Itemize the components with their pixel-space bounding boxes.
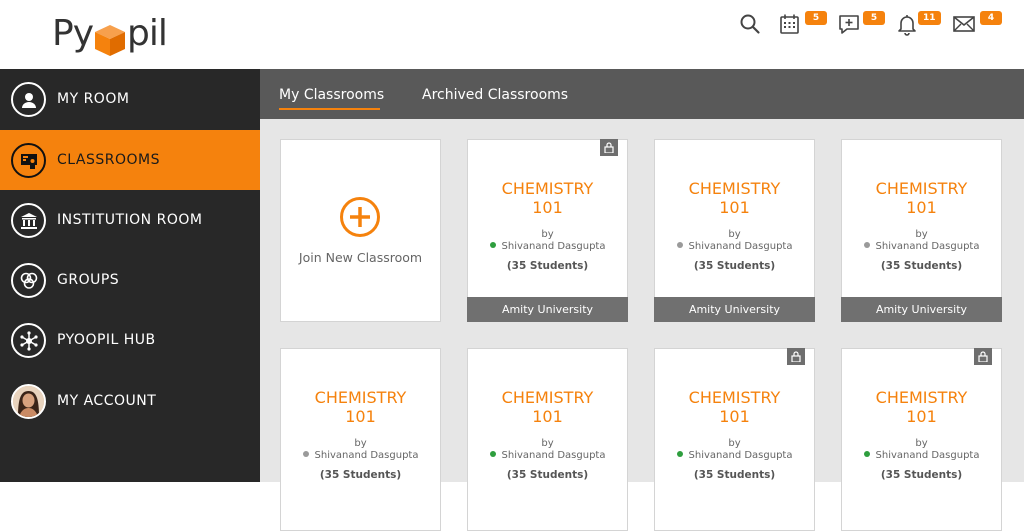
classroom-by: by (728, 438, 741, 449)
logo-text-left: Py (52, 13, 94, 54)
calendar-icon[interactable] (778, 12, 802, 36)
sidebar-item-pyoopil-hub[interactable]: PYOOPIL HUB (0, 310, 260, 370)
institution-icon (11, 203, 46, 238)
sidebar-item-label: INSTITUTION ROOM (57, 212, 203, 228)
avatar (11, 384, 46, 419)
main-content: My Classrooms Archived Classrooms Join N… (260, 69, 1024, 531)
classroom-card[interactable]: CHEMISTRY 101 by Shivanand Dasgupta (35 S… (467, 348, 628, 531)
teacher-name: Shivanand Dasgupta (875, 241, 980, 252)
teacher-name: Shivanand Dasgupta (501, 241, 606, 252)
classroom-by: by (541, 229, 554, 240)
tab-my-classrooms[interactable]: My Classrooms (279, 87, 384, 103)
classroom-title: CHEMISTRY 101 (688, 388, 781, 426)
sidebar-item-classrooms[interactable]: CLASSROOMS (0, 130, 260, 190)
top-header: Py pil 5 5 11 4 (0, 0, 1024, 69)
classroom-title: CHEMISTRY 101 (875, 388, 968, 426)
notifications-badge: 11 (918, 11, 941, 25)
teacher-name: Shivanand Dasgupta (314, 450, 419, 461)
classroom-by: by (541, 438, 554, 449)
classroom-teacher: Shivanand Dasgupta (655, 450, 814, 461)
active-tab-indicator (279, 108, 380, 110)
hub-icon (11, 323, 46, 358)
classroom-title: CHEMISTRY 101 (501, 388, 594, 426)
student-count: (35 Students) (319, 469, 402, 481)
classroom-teacher: Shivanand Dasgupta (281, 450, 440, 461)
classroom-title: CHEMISTRY 101 (875, 179, 968, 217)
institution-footer: Amity University (467, 297, 628, 322)
classroom-teacher: Shivanand Dasgupta (842, 241, 1001, 252)
join-classroom-label: Join New Classroom (298, 250, 423, 265)
sidebar: MY ROOM CLASSROOMS INSTITUTION ROOM GROU… (0, 69, 260, 482)
institution-footer: Amity University (841, 297, 1002, 322)
sidebar-item-my-account[interactable]: MY ACCOUNT (0, 371, 260, 431)
classroom-card[interactable]: CHEMISTRY 101 by Shivanand Dasgupta (35 S… (841, 348, 1002, 531)
mail-badge: 4 (980, 11, 1002, 25)
online-status-dot (676, 451, 683, 457)
student-count: (35 Students) (880, 260, 963, 272)
classroom-teacher: Shivanand Dasgupta (655, 241, 814, 252)
classroom-by: by (915, 229, 928, 240)
student-count: (35 Students) (693, 469, 776, 481)
tab-archived-classrooms[interactable]: Archived Classrooms (422, 87, 568, 103)
classroom-title: CHEMISTRY 101 (501, 179, 594, 217)
pyoopil-logo[interactable]: Py pil (52, 6, 168, 62)
chat-badge: 5 (863, 11, 885, 25)
offline-status-dot (863, 242, 870, 248)
classroom-card[interactable]: CHEMISTRY 101 by Shivanand Dasgupta (35 S… (654, 348, 815, 531)
online-status-dot (489, 242, 496, 248)
student-count: (35 Students) (506, 469, 589, 481)
sidebar-item-label: CLASSROOMS (57, 152, 160, 168)
student-count: (35 Students) (693, 260, 776, 272)
teacher-name: Shivanand Dasgupta (688, 241, 793, 252)
lock-icon (974, 348, 992, 365)
lock-icon (787, 348, 805, 365)
classroom-card[interactable]: CHEMISTRY 101 by Shivanand Dasgupta (35 S… (467, 139, 628, 322)
join-classroom-card[interactable]: Join New Classroom (280, 139, 441, 322)
teacher-name: Shivanand Dasgupta (875, 450, 980, 461)
classroom-icon (11, 143, 46, 178)
classroom-title: CHEMISTRY 101 (688, 179, 781, 217)
classroom-by: by (728, 229, 741, 240)
add-circle-icon (339, 196, 381, 242)
user-icon (11, 82, 46, 117)
bell-icon[interactable] (895, 12, 919, 36)
search-icon[interactable] (738, 12, 762, 36)
chat-icon[interactable] (837, 12, 861, 36)
sidebar-item-label: MY ROOM (57, 91, 130, 107)
logo-cube-icon (92, 23, 128, 61)
calendar-badge: 5 (805, 11, 827, 25)
classroom-title: CHEMISTRY 101 (314, 388, 407, 426)
offline-status-dot (676, 242, 683, 248)
sidebar-item-label: GROUPS (57, 272, 120, 288)
institution-footer: Amity University (654, 297, 815, 322)
teacher-name: Shivanand Dasgupta (688, 450, 793, 461)
classroom-by: by (915, 438, 928, 449)
lock-icon (600, 139, 618, 156)
student-count: (35 Students) (880, 469, 963, 481)
sidebar-item-groups[interactable]: GROUPS (0, 250, 260, 310)
sidebar-item-label: MY ACCOUNT (57, 393, 157, 409)
classroom-card[interactable]: CHEMISTRY 101 by Shivanand Dasgupta (35 S… (280, 348, 441, 531)
classroom-teacher: Shivanand Dasgupta (842, 450, 1001, 461)
online-status-dot (489, 451, 496, 457)
classroom-teacher: Shivanand Dasgupta (468, 450, 627, 461)
student-count: (35 Students) (506, 260, 589, 272)
offline-status-dot (302, 451, 309, 457)
sidebar-item-my-room[interactable]: MY ROOM (0, 69, 260, 129)
teacher-name: Shivanand Dasgupta (501, 450, 606, 461)
classroom-teacher: Shivanand Dasgupta (468, 241, 627, 252)
sidebar-item-label: PYOOPIL HUB (57, 332, 156, 348)
mail-icon[interactable] (952, 12, 976, 36)
classroom-card[interactable]: CHEMISTRY 101 by Shivanand Dasgupta (35 S… (654, 139, 815, 322)
logo-text-right: pil (127, 13, 168, 54)
online-status-dot (863, 451, 870, 457)
classroom-by: by (354, 438, 367, 449)
tab-bar: My Classrooms Archived Classrooms (260, 69, 1024, 119)
classroom-card[interactable]: CHEMISTRY 101 by Shivanand Dasgupta (35 S… (841, 139, 1002, 322)
groups-icon (11, 263, 46, 298)
sidebar-item-institution-room[interactable]: INSTITUTION ROOM (0, 190, 260, 250)
